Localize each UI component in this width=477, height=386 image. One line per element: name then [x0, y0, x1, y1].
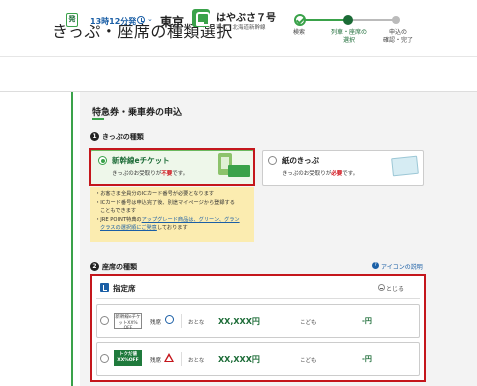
- notice-line: ・JRE POINT特典のアップグレード商品は、グリーン、グラン: [95, 216, 240, 223]
- paper-ticket-icon: [391, 155, 419, 177]
- train-info-bar: [0, 56, 477, 92]
- e-ticket-notice: ・お客さま全員分のICカード番号が必要となります ・ICカード番号は申込完了後、…: [90, 187, 254, 242]
- form-heading: 特急券・乗車券の申込: [92, 108, 183, 118]
- heading-underline: [92, 118, 104, 120]
- help-icon[interactable]: ?: [372, 262, 379, 269]
- progress-steps: 検索 列車・座席の 選択 申込の 確認・完了: [284, 10, 444, 50]
- notice-line: こともできます: [100, 208, 137, 214]
- route-timeline: [71, 92, 73, 386]
- notice-line: ・ICカード番号は申込完了後、別途マイページから登録する: [95, 199, 235, 206]
- step-number-badge: 1: [90, 132, 99, 141]
- paper-ticket-title: 紙のきっぷ: [282, 156, 319, 165]
- upgrade-link[interactable]: クラスの選択順にご発意: [100, 225, 157, 231]
- step-current-dot: [343, 15, 353, 25]
- train-name: はやぶさ７号: [216, 13, 276, 24]
- paper-ticket-radio[interactable]: [268, 156, 277, 165]
- step-label-select: 列車・座席の 選択: [330, 29, 367, 44]
- chevron-down-icon[interactable]: ⌄: [147, 15, 153, 23]
- paper-ticket-desc: きっぷのお受取りが必要です。: [282, 171, 359, 177]
- highlight-frame: [90, 274, 426, 382]
- departure-badge: 発: [66, 13, 78, 27]
- step-todo-dot: [392, 16, 400, 24]
- train-line: 東北・北海道新幹線: [216, 25, 266, 31]
- notice-line: ・お客さま全員分のICカード番号が必要となります: [95, 191, 215, 197]
- clock-icon[interactable]: [137, 16, 145, 24]
- step-done-check-icon: [294, 14, 306, 26]
- upgrade-link[interactable]: アップグレード商品は、グリーン、グラン: [142, 217, 240, 223]
- step-label-search: 検索: [292, 29, 305, 36]
- ticket-type-heading: きっぷの種類: [102, 133, 144, 141]
- step-number-badge: 2: [90, 262, 99, 271]
- step-connector: [300, 19, 346, 21]
- step-label-confirm: 申込の 確認・完了: [382, 29, 413, 44]
- train-icon: [192, 9, 210, 27]
- departure-station: 東京: [160, 15, 185, 29]
- seat-type-heading: 座席の種類: [102, 263, 137, 271]
- highlight-frame: [89, 148, 255, 186]
- notice-line: クラスの選択順にご発意しております: [100, 225, 188, 231]
- departure-time: 13時12分発: [90, 17, 137, 26]
- icon-legend-link[interactable]: アイコンの説明: [381, 262, 423, 271]
- step-connector: [348, 19, 394, 21]
